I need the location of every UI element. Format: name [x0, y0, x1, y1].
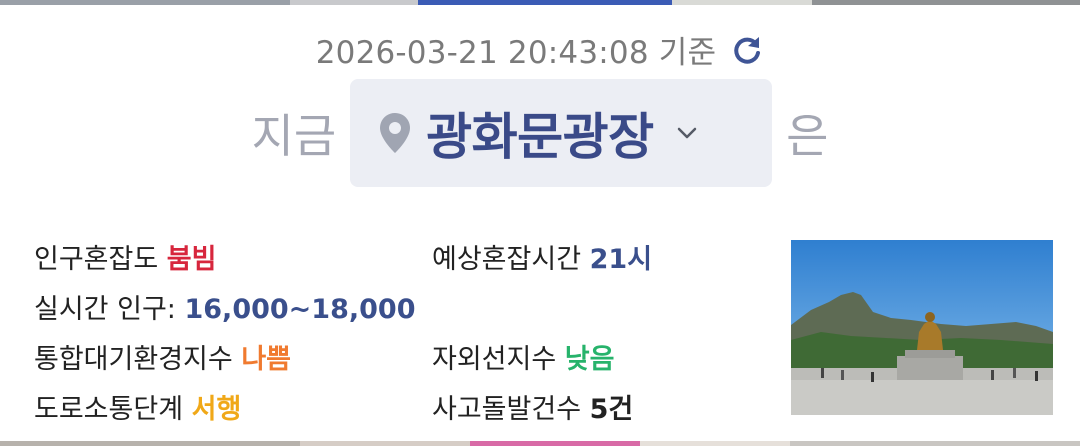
air-quality-label: 통합대기환경지수	[34, 344, 233, 375]
accident-value: 5건	[589, 394, 634, 425]
realtime-status-card: 2026-03-21 20:43:08 기준 지금 광화문광장 은 인구혼잡도 …	[0, 5, 1080, 441]
congestion-value: 붐빔	[166, 244, 217, 275]
uv-value: 낮음	[564, 344, 615, 375]
chevron-down-icon	[677, 127, 696, 139]
congestion-item: 인구혼잡도 붐빔	[34, 237, 216, 276]
traffic-label: 도로소통단계	[34, 394, 184, 425]
uv-item: 자외선지수 낮음	[432, 337, 614, 376]
location-row: 지금 광화문광장 은	[0, 79, 1080, 187]
uv-label: 자외선지수	[432, 344, 557, 375]
population-value: 16,000~18,000	[184, 294, 416, 325]
air-quality-value: 나쁨	[241, 344, 292, 375]
forecast-value: 21시	[589, 244, 653, 275]
location-suffix: 은	[786, 109, 829, 163]
forecast-label: 예상혼잡시간	[432, 244, 582, 275]
location-prefix: 지금	[251, 109, 337, 163]
timestamp-text: 2026-03-21 20:43:08 기준	[315, 35, 717, 71]
forecast-item: 예상혼잡시간 21시	[432, 237, 652, 276]
traffic-item: 도로소통단계 서행	[34, 387, 241, 426]
map-pin-icon	[380, 113, 411, 153]
location-dropdown[interactable]: 광화문광장	[350, 79, 773, 187]
place-photo	[791, 240, 1053, 415]
refresh-icon	[734, 36, 761, 64]
accident-label: 사고돌발건수	[432, 394, 582, 425]
bottom-edge-strip	[0, 441, 1080, 446]
accident-item: 사고돌발건수 5건	[432, 387, 633, 426]
location-name: 광화문광장	[426, 108, 654, 166]
congestion-label: 인구혼잡도	[34, 244, 159, 275]
timestamp-row: 2026-03-21 20:43:08 기준	[0, 27, 1080, 72]
population-item: 실시간 인구: 16,000~18,000	[34, 287, 416, 326]
refresh-button[interactable]	[730, 33, 764, 67]
traffic-value: 서행	[191, 394, 242, 425]
population-label: 실시간 인구:	[34, 294, 176, 325]
air-quality-item: 통합대기환경지수 나쁨	[34, 337, 291, 376]
